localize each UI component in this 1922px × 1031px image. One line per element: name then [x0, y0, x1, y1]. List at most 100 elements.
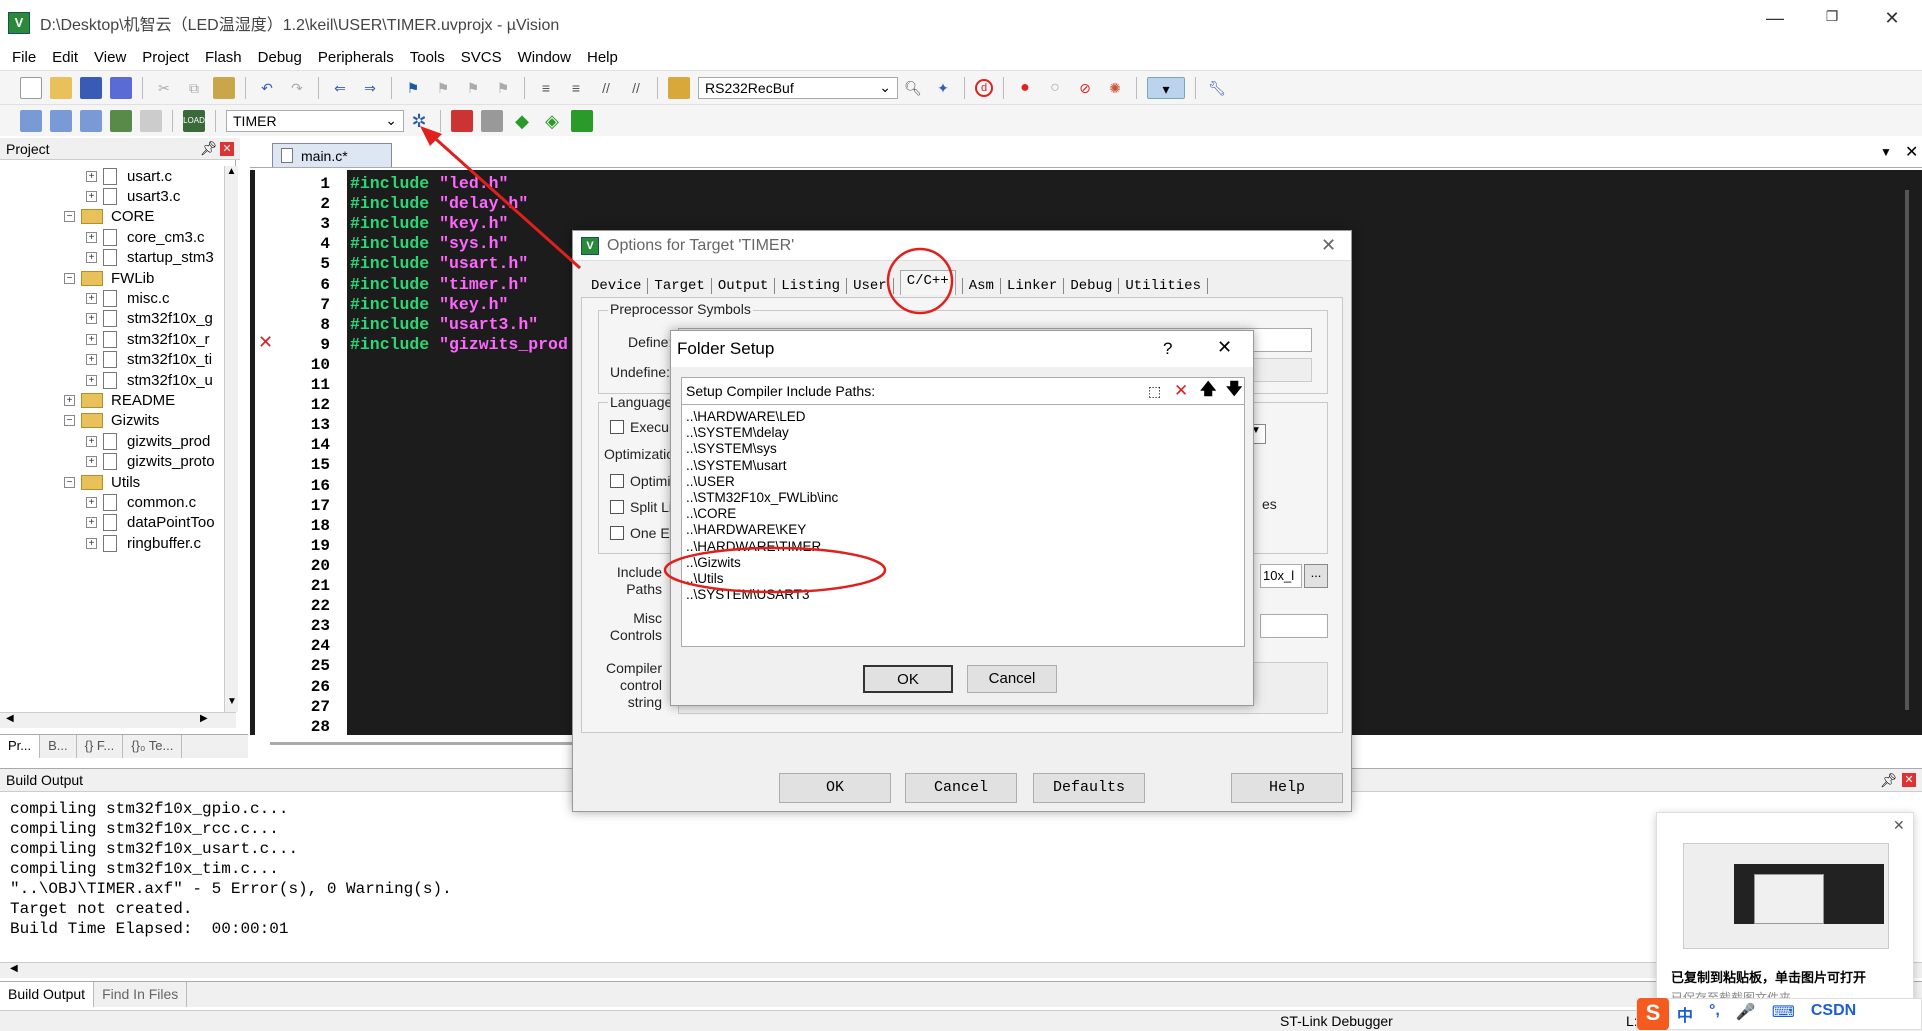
tab-utilities[interactable]: Utilities: [1125, 278, 1201, 294]
include-path-item[interactable]: ..\STM32F10x_FWLib\inc: [686, 490, 1244, 506]
tree-item[interactable]: + startup_stm3: [86, 248, 214, 268]
expand-icon[interactable]: +: [86, 313, 97, 325]
disable-breakpoint-icon[interactable]: ○: [1044, 77, 1066, 99]
tab-main-c[interactable]: main.c*: [272, 143, 392, 167]
execute-checkbox[interactable]: [610, 420, 624, 434]
close-icon[interactable]: ✕: [1893, 817, 1905, 834]
scroll-left-icon[interactable]: ◀: [6, 713, 14, 724]
find-icon[interactable]: 🔍︎: [902, 77, 924, 99]
restore-icon[interactable]: ❐: [1812, 8, 1852, 25]
output-hscrollbar[interactable]: ◀: [0, 962, 1922, 978]
expand-icon[interactable]: +: [86, 333, 97, 345]
menu-file[interactable]: File: [12, 49, 36, 66]
expand-icon[interactable]: +: [86, 354, 97, 366]
tree-item[interactable]: + core_cm3.c: [86, 227, 205, 247]
tree-hscrollbar[interactable]: ◀ ▶: [0, 712, 236, 728]
misc-controls-input[interactable]: [1260, 614, 1328, 638]
expand-icon[interactable]: +: [86, 252, 97, 264]
save-all-icon[interactable]: [110, 76, 132, 99]
close-panel-icon[interactable]: ✕: [220, 141, 234, 156]
editor-scrollbar[interactable]: [1905, 190, 1909, 710]
tree-item[interactable]: − FWLib: [64, 268, 154, 288]
new-folder-icon[interactable]: ⬚: [1148, 383, 1161, 400]
panel-tab[interactable]: {}₀ Te...: [123, 735, 183, 758]
delete-icon[interactable]: ✕: [1174, 381, 1188, 401]
code-line[interactable]: #include "usart.h": [350, 254, 528, 274]
ime-item[interactable]: ⌨: [1772, 1002, 1795, 1026]
uncomment-icon[interactable]: //: [625, 77, 647, 99]
sogou-icon[interactable]: S: [1637, 998, 1669, 1030]
menu-tools[interactable]: Tools: [410, 49, 445, 66]
debug-session-icon[interactable]: d: [975, 78, 993, 97]
tree-item[interactable]: + misc.c: [86, 288, 170, 308]
tree-item[interactable]: + stm32f10x_r: [86, 329, 210, 349]
expand-icon[interactable]: +: [86, 374, 97, 386]
output-tab[interactable]: Build Output: [0, 982, 95, 1007]
rebuild-icon[interactable]: [80, 109, 102, 132]
ime-item[interactable]: 中: [1677, 1002, 1693, 1026]
clear-bookmark-icon[interactable]: ⚑: [492, 77, 514, 99]
open-folder-icon[interactable]: [50, 76, 72, 99]
close-icon[interactable]: ✕: [1872, 8, 1912, 29]
tree-item[interactable]: + common.c: [86, 492, 196, 512]
menu-window[interactable]: Window: [518, 49, 571, 66]
collapse-icon[interactable]: +: [64, 394, 75, 406]
kill-breakpoints-icon[interactable]: ✺: [1104, 77, 1126, 99]
tree-item[interactable]: − CORE: [64, 207, 154, 227]
move-down-icon[interactable]: 🡇: [1226, 378, 1242, 405]
expand-icon[interactable]: +: [86, 435, 97, 447]
expand-icon[interactable]: +: [86, 231, 97, 243]
menu-flash[interactable]: Flash: [205, 49, 242, 66]
code-line[interactable]: #include "timer.h": [350, 275, 528, 295]
options-defaults-button[interactable]: Defaults: [1033, 773, 1145, 803]
comment-icon[interactable]: //: [595, 77, 617, 99]
batch-build-icon[interactable]: [110, 109, 132, 132]
scroll-up-icon[interactable]: ▲: [225, 166, 238, 182]
scroll-left-icon[interactable]: ◀: [10, 963, 18, 974]
minimize-icon[interactable]: —: [1755, 8, 1795, 29]
tree-item[interactable]: + README: [64, 390, 175, 410]
include-paths-input[interactable]: 10x_l: [1260, 564, 1302, 588]
cut-icon[interactable]: ✂: [153, 77, 175, 99]
move-up-icon[interactable]: 🡅: [1200, 378, 1216, 405]
menu-peripherals[interactable]: Peripherals: [318, 49, 394, 66]
save-icon[interactable]: [80, 76, 102, 99]
target-combo[interactable]: TIMER ⌄: [226, 109, 404, 132]
configure-icon[interactable]: 🔧︎: [1206, 77, 1228, 99]
incremental-find-icon[interactable]: ✦: [932, 77, 954, 99]
code-line[interactable]: #include "delay.h": [350, 194, 528, 214]
tab-cc[interactable]: C/C++: [899, 269, 956, 295]
undo-icon[interactable]: ↶: [256, 77, 278, 99]
include-path-item[interactable]: ..\SYSTEM\usart: [686, 458, 1244, 474]
pin-icon[interactable]: 📌︎: [1880, 772, 1898, 789]
close-icon[interactable]: ✕: [1217, 337, 1232, 358]
new-file-icon[interactable]: [20, 76, 42, 99]
build-icon[interactable]: [50, 109, 72, 132]
optimize-checkbox[interactable]: [610, 474, 624, 488]
menu-debug[interactable]: Debug: [258, 49, 302, 66]
code-line[interactable]: #include "gizwits_prod: [350, 335, 568, 355]
tree-item[interactable]: + usart.c: [86, 166, 172, 186]
collapse-icon[interactable]: −: [64, 272, 75, 284]
breakpoint-icon[interactable]: ●: [1014, 77, 1036, 99]
tab-asm[interactable]: Asm: [969, 278, 994, 294]
bookmark-icon[interactable]: ⚑: [402, 77, 424, 99]
options-ok-button[interactable]: OK: [779, 773, 891, 803]
ime-item[interactable]: 🎤: [1736, 1002, 1756, 1026]
panel-tab[interactable]: Pr...: [0, 735, 41, 758]
paste-icon[interactable]: [213, 76, 235, 99]
download-icon[interactable]: LOAD: [183, 109, 205, 132]
tab-user[interactable]: User: [853, 278, 887, 294]
scroll-right-icon[interactable]: ▶: [200, 713, 208, 724]
close-panel-icon[interactable]: ✕: [1902, 773, 1916, 787]
split-checkbox[interactable]: [610, 500, 624, 514]
collapse-icon[interactable]: −: [64, 476, 75, 488]
code-line[interactable]: #include "key.h": [350, 295, 508, 315]
copy-icon[interactable]: ⧉: [183, 77, 205, 99]
expand-icon[interactable]: +: [86, 190, 97, 202]
tree-item[interactable]: − Gizwits: [64, 411, 159, 431]
panel-tab[interactable]: {} F...: [77, 735, 124, 758]
include-path-item[interactable]: ..\HARDWARE\TIMER: [686, 539, 1244, 555]
menu-view[interactable]: View: [94, 49, 126, 66]
folder-ok-button[interactable]: OK: [863, 665, 953, 693]
